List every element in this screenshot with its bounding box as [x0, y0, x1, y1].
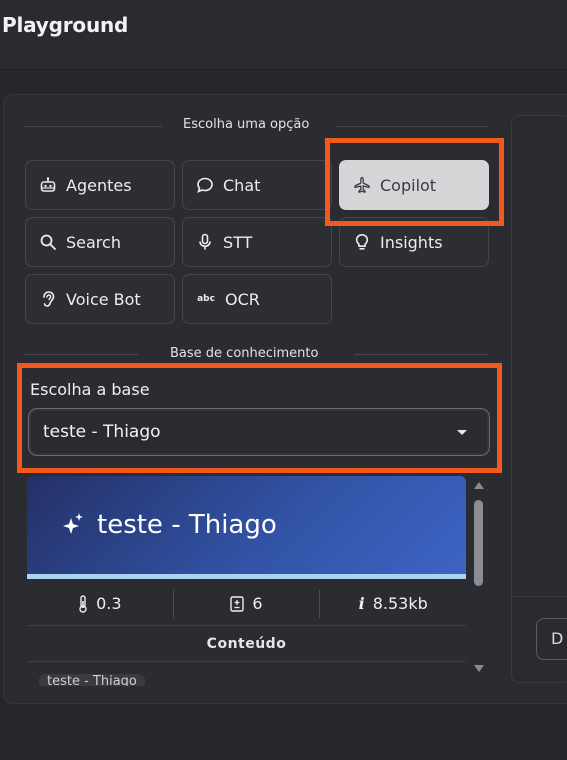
lightbulb-icon — [353, 233, 371, 251]
robot-icon — [39, 176, 57, 194]
options-divider-right — [336, 126, 488, 127]
content-header: Conteúdo — [27, 626, 466, 662]
option-agentes-label: Agentes — [66, 175, 132, 195]
content-preview: teste - Thiago — [39, 674, 145, 686]
right-panel-divider — [512, 596, 567, 597]
scroll-thumb[interactable] — [474, 500, 483, 586]
kb-divider-right — [354, 354, 488, 355]
option-voicebot-label: Voice Bot — [66, 289, 141, 309]
kb-select-value: teste - Thiago — [43, 422, 161, 442]
scroll-up-arrow-icon[interactable] — [474, 482, 484, 489]
option-insights-label: Insights — [380, 232, 443, 252]
ear-icon — [39, 290, 57, 308]
card-scrollbar[interactable] — [470, 476, 488, 676]
search-icon — [39, 233, 57, 251]
scroll-down-arrow-icon[interactable] — [474, 665, 484, 672]
kb-card: teste - Thiago 0.3 6 i 8.53kb Conteúdo t… — [27, 476, 466, 686]
option-chat-label: Chat — [223, 175, 261, 195]
option-ocr-button[interactable]: abc OCR — [182, 274, 332, 324]
caret-down-icon — [457, 430, 467, 435]
right-panel-button[interactable]: D — [536, 618, 567, 660]
abc-icon: abc — [197, 294, 215, 304]
stat-size-value: 8.53kb — [372, 594, 428, 613]
chat-bubble-icon — [196, 176, 214, 194]
kb-section-label: Base de conhecimento — [164, 346, 325, 361]
plus-minus-box-icon — [230, 595, 245, 612]
options-section-label: Escolha uma opção — [177, 117, 316, 132]
options-divider-left — [24, 126, 162, 127]
right-panel: D — [511, 115, 567, 683]
option-stt-label: STT — [223, 232, 253, 252]
option-copilot-label: Copilot — [380, 175, 437, 195]
stat-count: 6 — [172, 589, 320, 618]
top-bar: Playground — [0, 0, 567, 70]
info-icon: i — [358, 594, 365, 613]
app-title: Playground — [2, 13, 129, 37]
option-search-label: Search — [66, 232, 121, 252]
option-search-button[interactable]: Search — [25, 217, 175, 267]
kb-card-title: teste - Thiago — [97, 510, 277, 540]
option-ocr-label: OCR — [225, 289, 260, 309]
stat-size: i 8.53kb — [319, 589, 466, 618]
stat-count-value: 6 — [252, 594, 263, 613]
kb-divider-left — [24, 354, 138, 355]
airplane-icon — [353, 176, 371, 194]
microphone-icon — [196, 233, 214, 251]
thermometer-icon — [78, 594, 88, 613]
kb-field-label: Escolha a base — [30, 380, 150, 399]
option-insights-button[interactable]: Insights — [339, 217, 489, 267]
option-agentes-button[interactable]: Agentes — [25, 160, 175, 210]
option-stt-button[interactable]: STT — [182, 217, 332, 267]
stat-temperature: 0.3 — [27, 590, 173, 618]
kb-card-banner: teste - Thiago — [27, 476, 466, 579]
option-copilot-button[interactable]: Copilot — [339, 160, 489, 210]
kb-select[interactable]: teste - Thiago — [28, 408, 490, 456]
kb-stats-row: 0.3 6 i 8.53kb — [27, 582, 466, 626]
stat-temperature-value: 0.3 — [96, 594, 122, 613]
option-voicebot-button[interactable]: Voice Bot — [25, 274, 175, 324]
sparkles-icon — [61, 512, 85, 542]
option-chat-button[interactable]: Chat — [182, 160, 332, 210]
